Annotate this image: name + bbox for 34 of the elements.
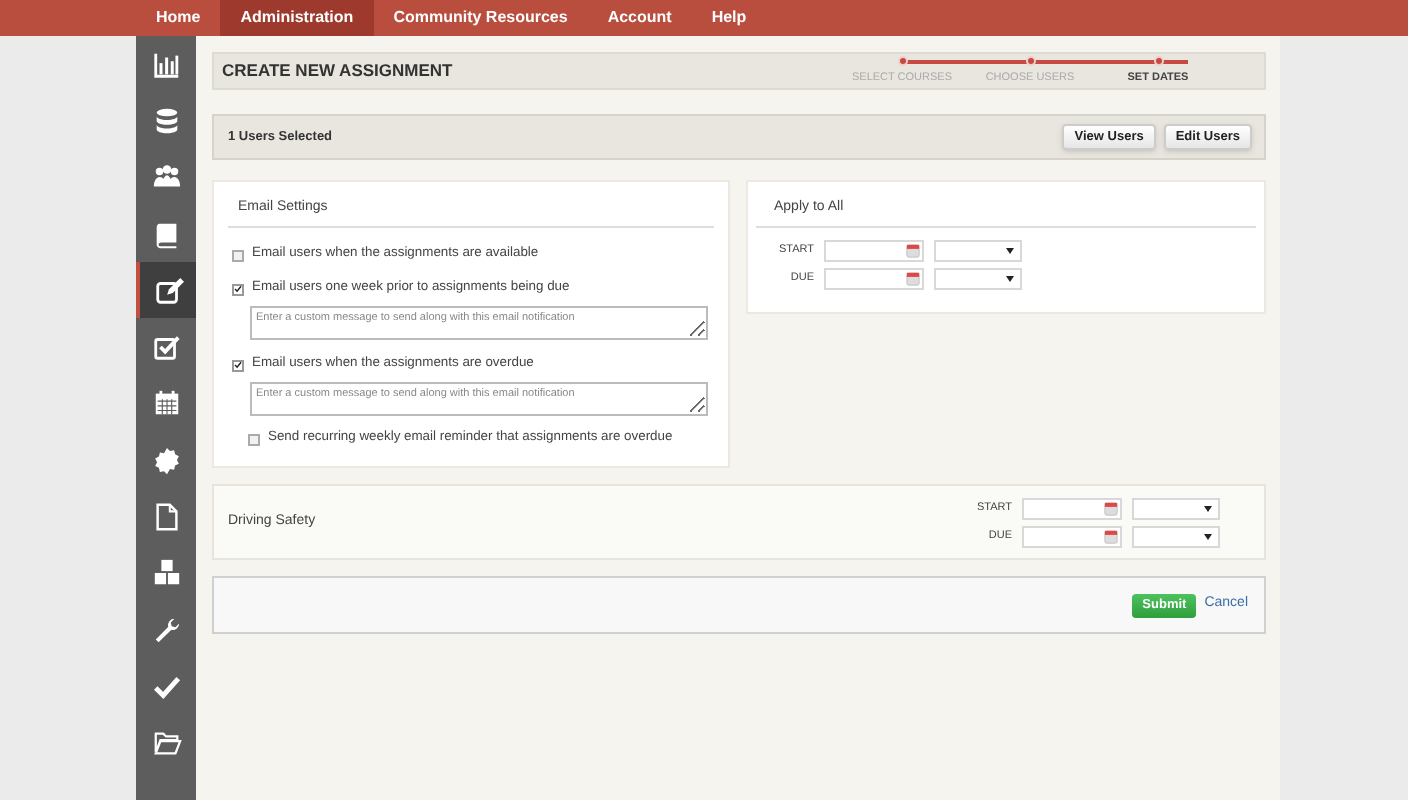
edit-icon[interactable] xyxy=(153,275,183,306)
wrench-icon[interactable] xyxy=(151,615,181,646)
dropdown-arrow-icon xyxy=(1006,247,1014,253)
folder-icon[interactable] xyxy=(151,728,181,759)
dropdown-arrow-icon xyxy=(1006,275,1014,281)
date-field[interactable] xyxy=(824,239,924,261)
database-icon[interactable] xyxy=(151,105,181,136)
date-field[interactable] xyxy=(824,267,924,289)
nav-link[interactable]: Administration xyxy=(220,0,374,36)
nav-link[interactable]: Home xyxy=(136,0,221,36)
calendar-icon[interactable] xyxy=(1104,501,1118,515)
checkbox[interactable] xyxy=(232,359,244,371)
nav-link[interactable]: Help xyxy=(691,0,767,36)
bar-chart-icon[interactable] xyxy=(151,49,181,80)
cubes-icon[interactable] xyxy=(151,558,181,589)
calendar-icon[interactable] xyxy=(906,271,920,285)
dropdown-arrow-icon xyxy=(1204,505,1212,511)
checkbox[interactable] xyxy=(232,249,244,261)
checkbox[interactable] xyxy=(248,433,260,445)
nav-link[interactable]: Account xyxy=(587,0,692,36)
calendar-icon[interactable] xyxy=(151,388,181,419)
nav-link[interactable]: Community Resources xyxy=(373,0,588,36)
book-icon[interactable] xyxy=(151,219,181,250)
checkbox-icon[interactable] xyxy=(151,332,181,363)
document-icon[interactable] xyxy=(151,502,181,533)
page-title: CREATE NEW ASSIGNMENT xyxy=(222,58,453,84)
badge-icon[interactable] xyxy=(151,445,181,476)
date-field[interactable] xyxy=(1022,525,1122,547)
check-icon[interactable] xyxy=(151,671,181,702)
dropdown-arrow-icon xyxy=(1204,533,1212,539)
calendar-icon[interactable] xyxy=(906,243,920,257)
calendar-icon[interactable] xyxy=(1104,529,1118,543)
date-field[interactable] xyxy=(1022,497,1122,519)
checkbox[interactable] xyxy=(232,283,244,295)
